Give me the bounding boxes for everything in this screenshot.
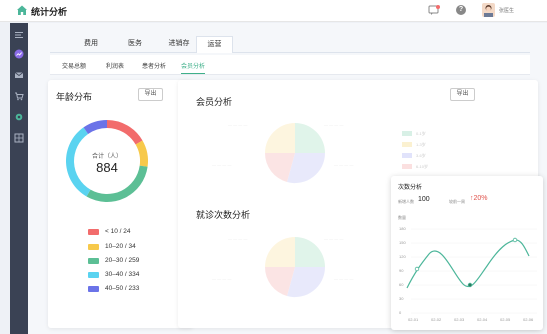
export-button[interactable]: 导出 [450,88,475,101]
legend-swatch [402,164,412,169]
legend-swatch [88,286,99,292]
pie-callout: — — — — [228,122,248,127]
y-tick: 90 [399,268,404,273]
cart-icon[interactable] [14,91,24,101]
x-tick: 02-01 [408,317,419,322]
y-tick: 150 [399,240,406,245]
legend-swatch [402,131,412,136]
tab-operations[interactable]: 运营 [196,36,233,53]
tab-fees[interactable]: 费用 [71,36,111,53]
x-tick: 02-03 [454,317,465,322]
home-icon[interactable] [16,4,28,16]
mail-icon[interactable] [14,70,24,80]
visit-line-chart: 180 150 120 90 60 30 0 02-01 02-02 02-03… [399,226,537,322]
visit-trend-line [406,239,530,289]
statistics-icon[interactable] [14,49,24,59]
pie-callout: — — — — [324,236,344,241]
visit-count-title: 就诊次数分析 [196,210,251,220]
donut-segment-under-10 [107,120,143,145]
age-distribution-card: 年龄分布 导出 合计（人） 884 < 10 / 24 10–20 / 34 2… [48,80,193,328]
x-tick: 02-02 [431,317,442,322]
y-tick: 120 [399,254,406,259]
tab-medical[interactable]: 医务 [115,36,155,53]
grid-icon[interactable] [14,133,24,143]
avatar[interactable] [482,3,495,17]
subtab-member-analysis[interactable]: 会员分析 [181,61,206,74]
y-tick: 180 [399,226,406,231]
primary-tabs: 费用 医务 进销存 运营 [50,33,530,53]
subtab-profit-table[interactable]: 利润表 [106,61,124,70]
member-pie-chart [264,123,326,184]
legend-swatch [88,244,99,250]
data-point[interactable] [467,282,473,288]
help-icon[interactable]: ? [456,5,466,15]
donut-center-label: 合计（人） [91,154,122,160]
legend-label: 3-6岁 [416,153,426,158]
tab-inventory[interactable]: 进销存 [158,36,200,53]
subtab-patient-analysis[interactable]: 患者分析 [142,61,166,70]
pie-callout: — — — — [212,276,232,281]
legend-label: 0-1岁 [416,131,426,136]
y-tick: 30 [399,296,404,301]
member-card-title: 会员分析 [196,97,233,107]
visit-count-card: 次数分析 新增人数 100 较前一周 ↑20% 数量 180 150 120 9… [391,176,543,330]
pie-callout: — — — — [324,122,344,127]
x-tick: 02-04 [477,317,488,322]
username[interactable]: 张医生 [499,7,514,14]
y-tick: 60 [399,282,404,287]
data-point[interactable] [512,237,518,243]
legend-label: 1-3岁 [416,142,426,147]
legend-swatch [402,153,412,158]
sub-tabs: 交易总额 利润表 患者分析 会员分析 [50,55,530,75]
data-point[interactable] [414,266,420,272]
pie-callout: — — — — [228,236,248,241]
legend-swatch [402,142,412,147]
visit-pie-chart [264,237,326,298]
top-bar: 统计分析 ? 张医生 [0,0,547,22]
age-card-title: 年龄分布 [56,92,93,102]
x-tick: 02-05 [500,317,511,322]
legend-swatch [88,229,99,235]
menu-icon[interactable] [14,30,24,40]
y-tick: 0 [399,310,402,315]
legend-swatch [88,272,99,278]
legend-label: 6-10岁 [416,164,429,169]
pie-callout: — — — — [212,162,232,167]
message-icon[interactable] [428,5,440,16]
pie-callout: — — — — [334,276,354,281]
pie-callout: — — — — [334,162,354,167]
legend-swatch [88,258,99,264]
subtab-transaction-total[interactable]: 交易总额 [62,61,86,70]
donut-center-value: 884 [96,160,118,175]
x-tick: 02-06 [523,317,534,322]
export-button[interactable]: 导出 [138,88,163,101]
donut-segment-40-50 [83,120,107,134]
app-title: 统计分析 [31,7,68,17]
sidebar [10,23,28,334]
settings-icon[interactable] [14,112,24,122]
